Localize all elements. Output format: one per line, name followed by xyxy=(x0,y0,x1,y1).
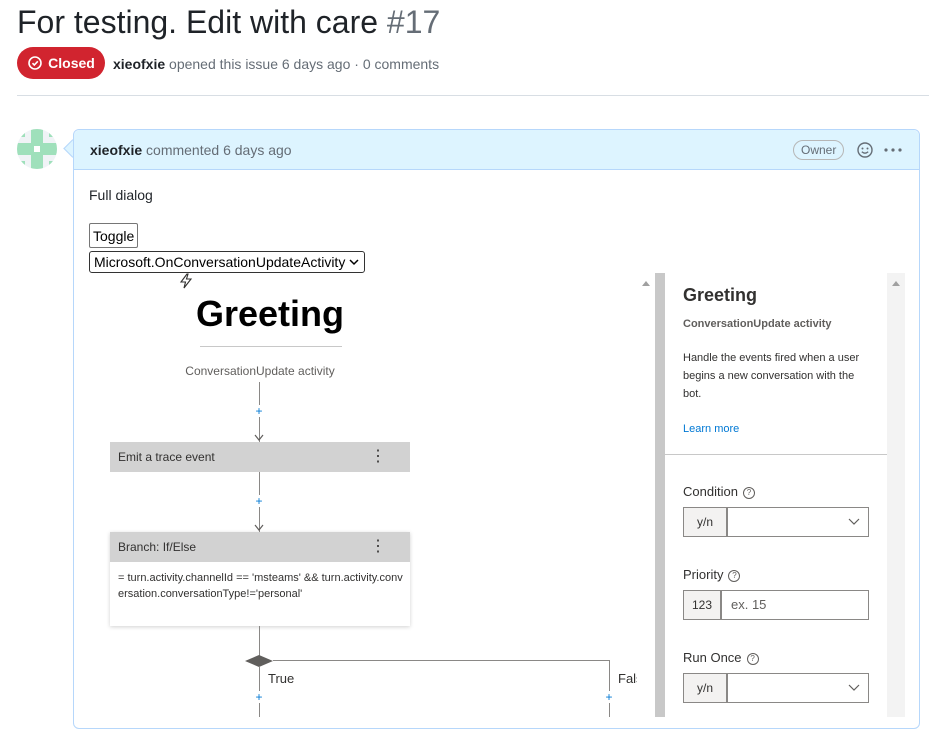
avatar[interactable] xyxy=(17,129,57,169)
panel-scrollbar[interactable] xyxy=(887,273,905,717)
branch-card-header: Branch: If/Else ⋮ xyxy=(110,532,410,562)
help-icon[interactable]: ? xyxy=(728,569,741,582)
panel-title: Greeting xyxy=(683,285,758,305)
trigger-subtitle: ConversationUpdate activity xyxy=(185,364,335,378)
chevron-down-icon xyxy=(848,518,860,525)
trace-event-label: Emit a trace event xyxy=(118,450,215,464)
panel-description: Handle the events fired when a user begi… xyxy=(683,352,860,400)
condition-label-text: Condition xyxy=(683,484,738,499)
arrow-down-icon xyxy=(254,434,264,441)
branch-card-label: Branch: If/Else xyxy=(118,540,197,554)
condition-type-chip: y/n xyxy=(683,507,727,537)
false-branch-connector xyxy=(609,660,610,717)
branch-card-menu-icon[interactable]: ⋮ xyxy=(370,532,386,562)
help-icon[interactable]: ? xyxy=(746,652,759,665)
condition-label: Condition? xyxy=(683,484,755,499)
trigger-lightning-icon xyxy=(179,273,193,289)
comment-header: xieofxie commented 6 days ago Owner xyxy=(74,130,919,170)
trace-card-menu-icon[interactable]: ⋮ xyxy=(370,442,386,472)
diamond-icon xyxy=(245,655,273,667)
priority-label: Priority? xyxy=(683,567,741,582)
panel-divider xyxy=(665,454,887,455)
learn-more-link[interactable]: Learn more xyxy=(683,423,739,435)
priority-type-chip: 123 xyxy=(683,590,721,620)
status-badge: Closed xyxy=(17,47,105,79)
scroll-up-arrow-icon[interactable] xyxy=(642,281,650,286)
event-select-value: Microsoft.OnConversationUpdateActivity xyxy=(94,254,346,270)
scroll-up-arrow-icon[interactable] xyxy=(892,281,900,286)
plus-icon[interactable]: + xyxy=(253,405,265,417)
trigger-title[interactable]: Greeting xyxy=(170,293,370,335)
priority-label-text: Priority xyxy=(683,567,724,582)
run-once-type-chip: y/n xyxy=(683,673,727,703)
status-badge-label: Closed xyxy=(48,55,95,71)
priority-placeholder: ex. 15 xyxy=(731,597,767,612)
smiley-icon[interactable] xyxy=(856,141,874,159)
event-select[interactable]: Microsoft.OnConversationUpdateActivity xyxy=(89,251,365,273)
owner-badge: Owner xyxy=(793,140,845,160)
run-once-label-text: Run Once xyxy=(683,650,742,665)
branch-connector xyxy=(273,660,610,661)
plus-icon[interactable]: + xyxy=(253,691,265,703)
true-branch-label: True xyxy=(268,671,295,686)
comment-meta-text: commented 6 days ago xyxy=(146,142,292,158)
arrow-down-icon xyxy=(254,524,264,531)
chevron-down-icon xyxy=(349,259,359,266)
closed-issue-icon xyxy=(28,56,42,70)
run-once-label: Run Once? xyxy=(683,650,759,665)
issue-meta-text: opened this issue 6 days ago · 0 comment… xyxy=(169,56,440,72)
header-divider xyxy=(17,95,929,96)
issue-number: #17 xyxy=(386,4,441,40)
trigger-title-underline xyxy=(200,346,342,347)
comment-author-link[interactable]: xieofxie xyxy=(90,142,142,158)
canvas-scrollbar[interactable] xyxy=(637,273,655,717)
panel-splitter[interactable] xyxy=(655,273,665,717)
plus-icon[interactable]: + xyxy=(253,495,265,507)
priority-input[interactable]: ex. 15 xyxy=(721,590,869,620)
flow-connector xyxy=(259,626,260,656)
help-icon[interactable]: ? xyxy=(742,486,755,499)
comment-body-text: Full dialog xyxy=(89,187,153,203)
comment-meta: xieofxie commented 6 days ago xyxy=(90,142,292,158)
kebab-horizontal-icon[interactable] xyxy=(883,141,903,159)
chevron-down-icon xyxy=(848,684,860,691)
condition-dropdown[interactable] xyxy=(727,507,869,537)
issue-title-text: For testing. Edit with care xyxy=(17,4,379,40)
issue-meta: xieofxie opened this issue 6 days ago · … xyxy=(113,56,439,72)
branch-card[interactable]: Branch: If/Else ⋮ = turn.activity.channe… xyxy=(110,532,410,626)
run-once-dropdown[interactable] xyxy=(727,673,869,703)
avatar-identicon xyxy=(17,129,57,169)
panel-kind: ConversationUpdate activity xyxy=(683,318,832,330)
branch-expression: = turn.activity.channelId == 'msteams' &… xyxy=(118,572,403,600)
plus-icon[interactable]: + xyxy=(603,691,615,703)
toggle-button[interactable]: Toggle xyxy=(89,223,139,248)
issue-author-link[interactable]: xieofxie xyxy=(113,56,165,72)
issue-title: For testing. Edit with care #17 xyxy=(17,2,440,42)
trace-event-card[interactable]: Emit a trace event ⋮ xyxy=(110,442,410,472)
